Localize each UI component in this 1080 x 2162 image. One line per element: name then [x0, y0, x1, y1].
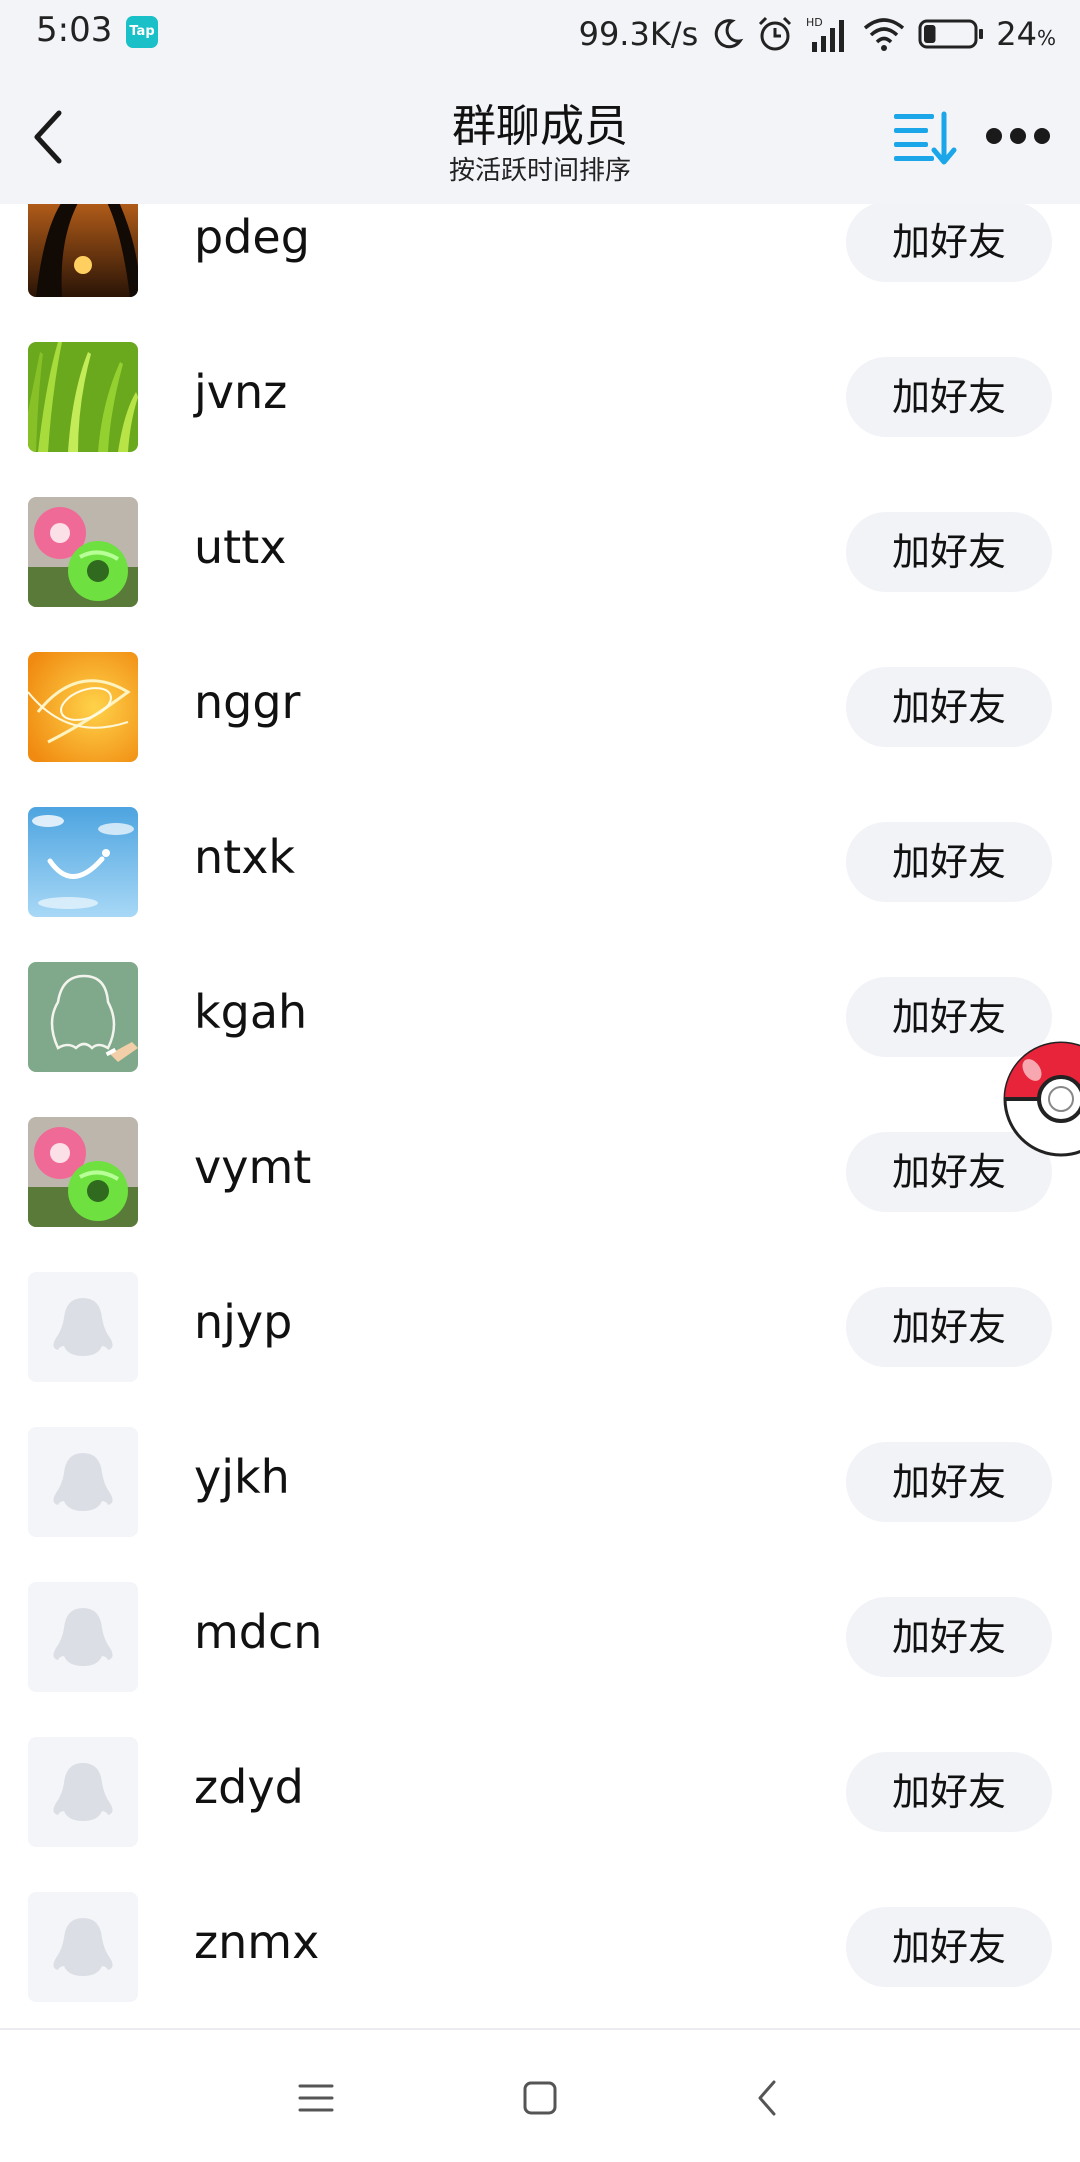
avatar[interactable] [28, 1582, 138, 1692]
add-friend-button[interactable]: 加好友 [846, 204, 1052, 282]
member-name: njyp [194, 1295, 293, 1349]
avatar[interactable] [28, 204, 138, 297]
menu-button[interactable] [286, 2068, 346, 2128]
member-row[interactable]: mdcn 加好友 [0, 1559, 1080, 1714]
more-button[interactable] [986, 116, 1050, 156]
add-friend-button[interactable]: 加好友 [846, 1752, 1052, 1832]
pokeball-icon [1003, 1041, 1080, 1157]
back-icon [758, 2080, 776, 2116]
avatar[interactable] [28, 342, 138, 452]
member-name: znmx [194, 1915, 320, 1969]
hd-signal-icon: HD [806, 16, 845, 52]
member-name: yjkh [194, 1450, 290, 1504]
add-friend-button[interactable]: 加好友 [846, 1287, 1052, 1367]
member-name: jvnz [194, 365, 288, 419]
more-icon-dot [1034, 128, 1050, 144]
moon-icon [715, 19, 744, 49]
avatar[interactable] [28, 1117, 138, 1227]
member-row[interactable]: uttx 加好友 [0, 474, 1080, 629]
alarm-icon [759, 16, 792, 51]
member-row[interactable]: yjkh 加好友 [0, 1404, 1080, 1559]
member-list[interactable]: pdeg 加好友 jvnz 加好友 uttx 加好友 nggr 加好友 ntxk 加好友 kgah 加… [0, 204, 1080, 2026]
member-row[interactable]: njyp 加好友 [0, 1249, 1080, 1404]
avatar[interactable] [28, 1892, 138, 2002]
member-row[interactable] [0, 2024, 1080, 2026]
network-speed: 99.3K/s [578, 15, 699, 53]
floating-ball-widget[interactable] [1002, 1040, 1080, 1158]
member-row[interactable]: zdyd 加好友 [0, 1714, 1080, 1869]
member-row[interactable]: nggr 加好友 [0, 629, 1080, 784]
add-friend-button[interactable]: 加好友 [846, 1442, 1052, 1522]
svg-text:HD: HD [806, 16, 823, 29]
battery-percent: 24% [996, 15, 1056, 53]
system-back-button[interactable] [738, 2068, 798, 2128]
home-button[interactable] [510, 2068, 570, 2128]
member-name: vymt [194, 1140, 312, 1194]
avatar[interactable] [28, 652, 138, 762]
member-row[interactable]: pdeg 加好友 [0, 204, 1080, 319]
avatar[interactable] [28, 1427, 138, 1537]
title-bar: 群聊成员 按活跃时间排序 [0, 68, 1080, 204]
avatar[interactable] [28, 962, 138, 1072]
sort-button[interactable] [890, 108, 960, 168]
status-right: 99.3K/s HD 24% [579, 10, 1056, 58]
add-friend-button[interactable]: 加好友 [846, 822, 1052, 902]
avatar[interactable] [28, 1272, 138, 1382]
tap-app-icon: Tap [126, 16, 158, 48]
member-name: kgah [194, 985, 308, 1039]
sort-icon [894, 111, 957, 165]
add-friend-button[interactable]: 加好友 [846, 1597, 1052, 1677]
battery-icon [918, 19, 984, 49]
home-icon [523, 2081, 557, 2115]
more-icon-dot [1010, 128, 1026, 144]
system-nav-bar [0, 2028, 1080, 2162]
avatar[interactable] [28, 497, 138, 607]
member-row[interactable]: ntxk 加好友 [0, 784, 1080, 939]
avatar[interactable] [28, 807, 138, 917]
member-name: ntxk [194, 830, 296, 884]
member-name: pdeg [194, 210, 310, 264]
member-name: zdyd [194, 1760, 304, 1814]
add-friend-button[interactable]: 加好友 [846, 512, 1052, 592]
member-name: uttx [194, 520, 287, 574]
more-icon [986, 128, 1002, 144]
member-row[interactable]: znmx 加好友 [0, 1869, 1080, 2024]
status-bar: 5:03 Tap 99.3K/s HD 24% [0, 0, 1080, 68]
member-name: mdcn [194, 1605, 323, 1659]
member-row[interactable]: jvnz 加好友 [0, 319, 1080, 474]
member-row[interactable]: vymt 加好友 [0, 1094, 1080, 1249]
avatar[interactable] [28, 1737, 138, 1847]
status-time: 5:03 [36, 10, 113, 50]
add-friend-button[interactable]: 加好友 [846, 667, 1052, 747]
member-row[interactable]: kgah 加好友 [0, 939, 1080, 1094]
member-name: nggr [194, 675, 301, 729]
menu-icon [298, 2084, 334, 2112]
add-friend-button[interactable]: 加好友 [846, 1907, 1052, 1987]
add-friend-button[interactable]: 加好友 [846, 357, 1052, 437]
wifi-icon [864, 18, 905, 51]
